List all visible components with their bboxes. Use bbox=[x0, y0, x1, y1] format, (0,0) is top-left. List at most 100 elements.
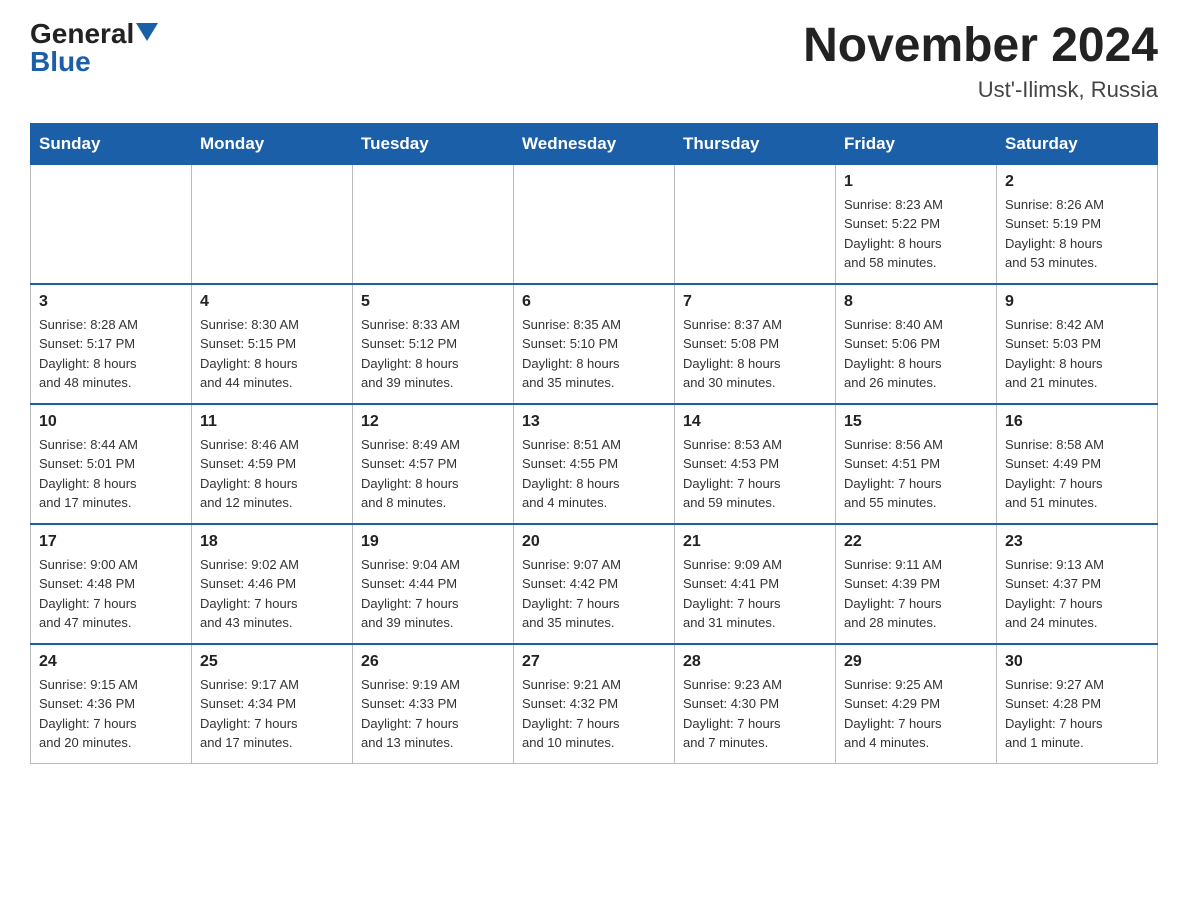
calendar-week-row: 10Sunrise: 8:44 AM Sunset: 5:01 PM Dayli… bbox=[31, 404, 1158, 524]
calendar-cell: 4Sunrise: 8:30 AM Sunset: 5:15 PM Daylig… bbox=[192, 284, 353, 404]
day-number: 11 bbox=[200, 413, 344, 431]
calendar-cell: 27 Sunrise: 9:21 AM Sunset: 4:32 PM Dayli… bbox=[514, 644, 675, 764]
day-info: Sunrise: 8:53 AM Sunset: 4:53 PM Dayligh… bbox=[683, 435, 827, 513]
day-number: 2 bbox=[1005, 173, 1149, 191]
day-info: Sunrise: 9:04 AM Sunset: 4:44 PM Dayligh… bbox=[361, 555, 505, 633]
day-info: Sunrise: 8:42 AM Sunset: 5:03 PM Dayligh… bbox=[1005, 315, 1149, 393]
header-monday: Monday bbox=[192, 123, 353, 164]
day-info: Sunrise: 8:49 AM Sunset: 4:57 PM Dayligh… bbox=[361, 435, 505, 513]
logo-blue-text: Blue bbox=[30, 48, 91, 76]
day-info: Sunrise: 9:02 AM Sunset: 4:46 PM Dayligh… bbox=[200, 555, 344, 633]
day-number: 9 bbox=[1005, 293, 1149, 311]
day-number: 20 bbox=[522, 533, 666, 551]
day-info: Sunrise: 9:15 AM Sunset: 4:36 PM Dayligh… bbox=[39, 675, 183, 753]
day-info: Sunrise: 9:13 AM Sunset: 4:37 PM Dayligh… bbox=[1005, 555, 1149, 633]
day-info: Sunrise: 8:51 AM Sunset: 4:55 PM Dayligh… bbox=[522, 435, 666, 513]
day-number: 8 bbox=[844, 293, 988, 311]
day-info: Sunrise: 9:27 AM Sunset: 4:28 PM Dayligh… bbox=[1005, 675, 1149, 753]
header-thursday: Thursday bbox=[675, 123, 836, 164]
calendar-cell: 7 Sunrise: 8:37 AM Sunset: 5:08 PM Daylig… bbox=[675, 284, 836, 404]
calendar-cell: 25 Sunrise: 9:17 AM Sunset: 4:34 PM Dayli… bbox=[192, 644, 353, 764]
calendar-cell: 6 Sunrise: 8:35 AM Sunset: 5:10 PM Daylig… bbox=[514, 284, 675, 404]
calendar-cell: 13 Sunrise: 8:51 AM Sunset: 4:55 PM Dayli… bbox=[514, 404, 675, 524]
day-number: 15 bbox=[844, 413, 988, 431]
day-info: Sunrise: 8:30 AM Sunset: 5:15 PM Dayligh… bbox=[200, 315, 344, 393]
calendar-cell: 12 Sunrise: 8:49 AM Sunset: 4:57 PM Dayli… bbox=[353, 404, 514, 524]
calendar-cell: 15 Sunrise: 8:56 AM Sunset: 4:51 PM Dayli… bbox=[836, 404, 997, 524]
location: Ust'-Ilimsk, Russia bbox=[803, 77, 1158, 103]
calendar-cell: 20 Sunrise: 9:07 AM Sunset: 4:42 PM Dayli… bbox=[514, 524, 675, 644]
calendar-cell: 8 Sunrise: 8:40 AM Sunset: 5:06 PM Daylig… bbox=[836, 284, 997, 404]
day-number: 7 bbox=[683, 293, 827, 311]
calendar-cell: 23 Sunrise: 9:13 AM Sunset: 4:37 PM Dayli… bbox=[997, 524, 1158, 644]
day-number: 21 bbox=[683, 533, 827, 551]
day-number: 13 bbox=[522, 413, 666, 431]
day-info: Sunrise: 9:25 AM Sunset: 4:29 PM Dayligh… bbox=[844, 675, 988, 753]
day-number: 19 bbox=[361, 533, 505, 551]
day-info: Sunrise: 9:21 AM Sunset: 4:32 PM Dayligh… bbox=[522, 675, 666, 753]
logo-triangle-icon bbox=[136, 23, 158, 41]
day-number: 3 bbox=[39, 293, 183, 311]
day-info: Sunrise: 8:56 AM Sunset: 4:51 PM Dayligh… bbox=[844, 435, 988, 513]
header-tuesday: Tuesday bbox=[353, 123, 514, 164]
day-info: Sunrise: 9:19 AM Sunset: 4:33 PM Dayligh… bbox=[361, 675, 505, 753]
day-info: Sunrise: 8:26 AM Sunset: 5:19 PM Dayligh… bbox=[1005, 195, 1149, 273]
title-area: November 2024 Ust'-Ilimsk, Russia bbox=[803, 20, 1158, 103]
day-info: Sunrise: 8:28 AM Sunset: 5:17 PM Dayligh… bbox=[39, 315, 183, 393]
calendar-cell: 24 Sunrise: 9:15 AM Sunset: 4:36 PM Dayli… bbox=[31, 644, 192, 764]
header-friday: Friday bbox=[836, 123, 997, 164]
month-title: November 2024 bbox=[803, 20, 1158, 73]
day-info: Sunrise: 8:40 AM Sunset: 5:06 PM Dayligh… bbox=[844, 315, 988, 393]
day-info: Sunrise: 8:35 AM Sunset: 5:10 PM Dayligh… bbox=[522, 315, 666, 393]
day-number: 23 bbox=[1005, 533, 1149, 551]
day-info: Sunrise: 8:37 AM Sunset: 5:08 PM Dayligh… bbox=[683, 315, 827, 393]
calendar-cell: 19 Sunrise: 9:04 AM Sunset: 4:44 PM Dayli… bbox=[353, 524, 514, 644]
day-info: Sunrise: 9:00 AM Sunset: 4:48 PM Dayligh… bbox=[39, 555, 183, 633]
day-info: Sunrise: 8:46 AM Sunset: 4:59 PM Dayligh… bbox=[200, 435, 344, 513]
calendar-cell: 21Sunrise: 9:09 AM Sunset: 4:41 PM Dayli… bbox=[675, 524, 836, 644]
day-number: 10 bbox=[39, 413, 183, 431]
day-info: Sunrise: 8:58 AM Sunset: 4:49 PM Dayligh… bbox=[1005, 435, 1149, 513]
day-number: 14 bbox=[683, 413, 827, 431]
day-info: Sunrise: 9:17 AM Sunset: 4:34 PM Dayligh… bbox=[200, 675, 344, 753]
day-number: 18 bbox=[200, 533, 344, 551]
calendar-cell bbox=[192, 164, 353, 284]
day-number: 17 bbox=[39, 533, 183, 551]
day-number: 28 bbox=[683, 653, 827, 671]
calendar-cell: 5 Sunrise: 8:33 AM Sunset: 5:12 PM Daylig… bbox=[353, 284, 514, 404]
day-number: 16 bbox=[1005, 413, 1149, 431]
day-number: 25 bbox=[200, 653, 344, 671]
day-number: 12 bbox=[361, 413, 505, 431]
logo: General Blue bbox=[30, 20, 158, 76]
day-number: 29 bbox=[844, 653, 988, 671]
calendar-cell: 2 Sunrise: 8:26 AM Sunset: 5:19 PM Daylig… bbox=[997, 164, 1158, 284]
calendar-week-row: 24 Sunrise: 9:15 AM Sunset: 4:36 PM Dayli… bbox=[31, 644, 1158, 764]
calendar-cell bbox=[31, 164, 192, 284]
day-info: Sunrise: 9:23 AM Sunset: 4:30 PM Dayligh… bbox=[683, 675, 827, 753]
calendar-cell bbox=[353, 164, 514, 284]
day-info: Sunrise: 8:33 AM Sunset: 5:12 PM Dayligh… bbox=[361, 315, 505, 393]
calendar-cell: 14 Sunrise: 8:53 AM Sunset: 4:53 PM Dayli… bbox=[675, 404, 836, 524]
calendar-cell: 16 Sunrise: 8:58 AM Sunset: 4:49 PM Dayli… bbox=[997, 404, 1158, 524]
header-sunday: Sunday bbox=[31, 123, 192, 164]
day-number: 24 bbox=[39, 653, 183, 671]
day-number: 6 bbox=[522, 293, 666, 311]
calendar-table: SundayMondayTuesdayWednesdayThursdayFrid… bbox=[30, 123, 1158, 764]
calendar-header-row: SundayMondayTuesdayWednesdayThursdayFrid… bbox=[31, 123, 1158, 164]
calendar-cell: 11 Sunrise: 8:46 AM Sunset: 4:59 PM Dayli… bbox=[192, 404, 353, 524]
logo-general-text: General bbox=[30, 20, 134, 48]
day-number: 27 bbox=[522, 653, 666, 671]
calendar-cell: 18 Sunrise: 9:02 AM Sunset: 4:46 PM Dayli… bbox=[192, 524, 353, 644]
calendar-cell: 22Sunrise: 9:11 AM Sunset: 4:39 PM Dayli… bbox=[836, 524, 997, 644]
day-number: 5 bbox=[361, 293, 505, 311]
calendar-cell: 28 Sunrise: 9:23 AM Sunset: 4:30 PM Dayli… bbox=[675, 644, 836, 764]
calendar-cell: 29 Sunrise: 9:25 AM Sunset: 4:29 PM Dayli… bbox=[836, 644, 997, 764]
header-saturday: Saturday bbox=[997, 123, 1158, 164]
calendar-cell: 9 Sunrise: 8:42 AM Sunset: 5:03 PM Daylig… bbox=[997, 284, 1158, 404]
calendar-cell bbox=[675, 164, 836, 284]
calendar-cell: 10Sunrise: 8:44 AM Sunset: 5:01 PM Dayli… bbox=[31, 404, 192, 524]
day-number: 26 bbox=[361, 653, 505, 671]
calendar-week-row: 3 Sunrise: 8:28 AM Sunset: 5:17 PM Daylig… bbox=[31, 284, 1158, 404]
day-info: Sunrise: 9:07 AM Sunset: 4:42 PM Dayligh… bbox=[522, 555, 666, 633]
day-info: Sunrise: 8:23 AM Sunset: 5:22 PM Dayligh… bbox=[844, 195, 988, 273]
